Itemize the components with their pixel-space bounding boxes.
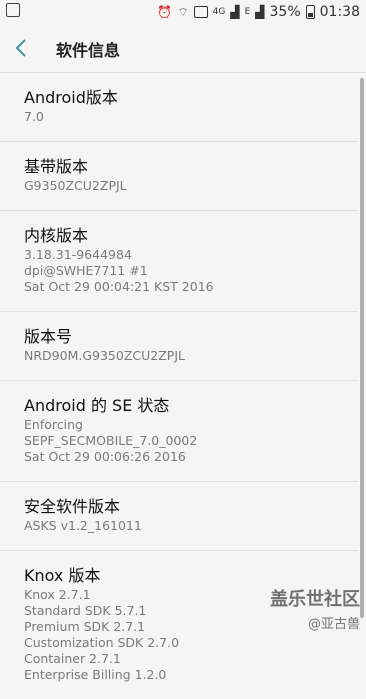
item-title: 版本号 [24, 327, 73, 346]
status-icons: ⏰ ⌔ 4G ▟ E ▟ 35% 01:38 [157, 2, 360, 22]
item-value: G9350ZCU2ZPJL [24, 178, 127, 193]
item-value: Enforcing SEPF_SECMOBILE_7.0_0002 Sat Oc… [24, 417, 198, 464]
list-item-android-version[interactable]: Android版本 7.0 [0, 73, 358, 142]
list-item-kernel-version[interactable]: 内核版本 3.18.31-9644984 dpi@SWHE7711 #1 Sat… [0, 211, 358, 312]
list-item-se-status[interactable]: Android 的 SE 状态 Enforcing SEPF_SECMOBILE… [0, 381, 358, 482]
item-title: Knox 版本 [24, 566, 101, 585]
item-title: Android 的 SE 状态 [24, 396, 170, 415]
item-value: 7.0 [24, 109, 44, 124]
signal-icon: ▟ [230, 5, 240, 19]
list-item-baseband-version[interactable]: 基带版本 G9350ZCU2ZPJL [0, 142, 358, 211]
signal-e-icon: E [244, 6, 251, 17]
item-title: 安全软件版本 [24, 497, 121, 516]
watermark: 盖乐世社区 @亚古兽 [270, 585, 360, 632]
alarm-icon: ⏰ [157, 5, 173, 19]
sim2-icon [193, 6, 208, 18]
status-bar: ⏰ ⌔ 4G ▟ E ▟ 35% 01:38 [0, 0, 366, 24]
list-item-security-software-version[interactable]: 安全软件版本 ASKS v1.2_161011 [0, 482, 358, 551]
item-value: 3.18.31-9644984 dpi@SWHE7711 #1 Sat Oct … [24, 247, 214, 294]
back-button[interactable] [14, 38, 36, 60]
list-item-build-number[interactable]: 版本号 NRD90M.G9350ZCU2ZPJL [0, 312, 358, 381]
sim-icon [6, 3, 20, 17]
signal-icon-2: ▟ [255, 5, 265, 19]
item-value: NRD90M.G9350ZCU2ZPJL [24, 348, 185, 363]
chevron-left-icon [15, 39, 26, 57]
battery-icon [305, 5, 315, 19]
clock: 01:38 [319, 4, 360, 20]
wifi-icon: ⌔ [177, 5, 189, 19]
watermark-user: @亚古兽 [307, 617, 360, 632]
watermark-brand: 盖乐世社区 [270, 589, 360, 610]
item-title: 基带版本 [24, 157, 89, 176]
data-4g-icon: 4G [212, 6, 226, 17]
scrollbar[interactable] [360, 78, 364, 618]
item-title: 内核版本 [24, 226, 89, 245]
app-header: 软件信息 [0, 24, 366, 73]
item-title: Android版本 [24, 88, 118, 107]
battery-percent: 35% [269, 4, 301, 20]
item-value: ASKS v1.2_161011 [24, 518, 142, 533]
page-title: 软件信息 [56, 41, 121, 60]
